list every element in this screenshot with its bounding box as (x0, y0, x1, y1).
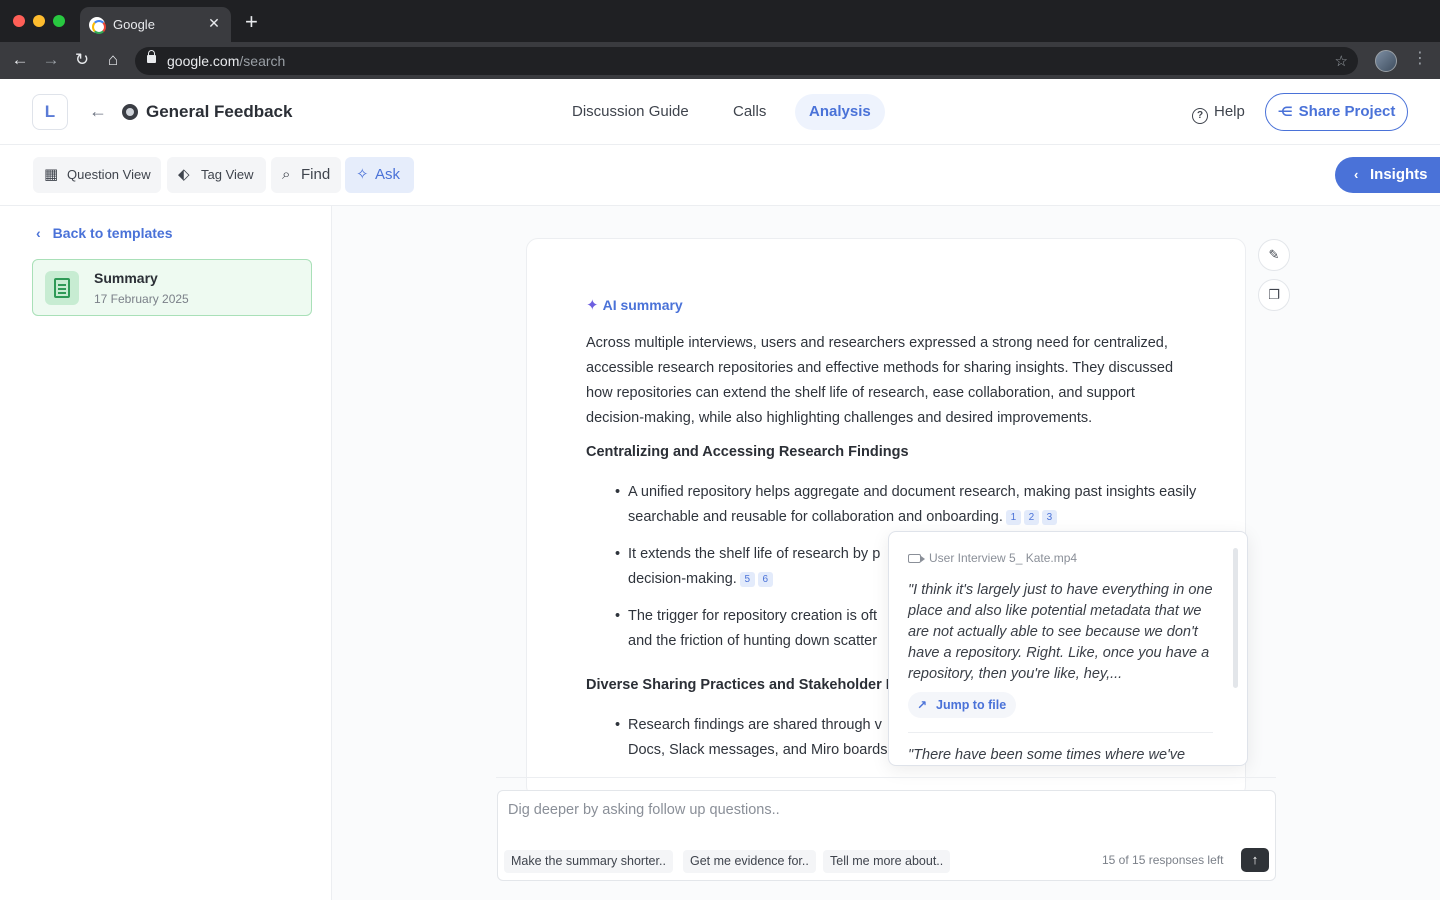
copy-icon[interactable]: ❐ (1258, 279, 1290, 311)
citation-badge[interactable]: 6 (757, 572, 773, 587)
tab-discussion-guide[interactable]: Discussion Guide (558, 94, 703, 130)
share-project-button[interactable]: ⋲ Share Project (1265, 93, 1408, 131)
list-item: A unified repository helps aggregate and… (615, 480, 1203, 530)
suggestion-chip[interactable]: Make the summary shorter.. (504, 850, 673, 873)
citation-badge[interactable]: 5 (739, 572, 755, 587)
citation-badge[interactable]: 2 (1023, 510, 1039, 525)
minimize-window-button[interactable] (33, 15, 45, 27)
browser-tab-title: Google (113, 17, 155, 32)
help-label: Help (1214, 103, 1245, 120)
google-favicon-icon (89, 17, 106, 34)
summary-intro: Across multiple interviews, users and re… (586, 335, 1174, 426)
analysis-toolbar: ▦ Question View ⬖ Tag View ⌕ Find ✧ Ask ‹ Ins… (0, 145, 1440, 206)
summary-template-card[interactable]: Summary 17 February 2025 (32, 259, 312, 316)
divider (908, 732, 1213, 733)
share-label: Share Project (1298, 103, 1396, 120)
workspace-logo[interactable]: L (32, 94, 68, 130)
browser-tab[interactable]: Google ✕ (80, 7, 231, 42)
find-button[interactable]: ⌕ Find (271, 157, 341, 193)
suggestion-chip[interactable]: Tell me more about.. (823, 850, 951, 873)
profile-avatar[interactable] (1375, 50, 1397, 72)
evidence-quote: "I think it's largely just to have every… (908, 582, 1213, 682)
evidence-popover: User Interview 5_ Kate.mp4 "I think it's… (888, 531, 1248, 766)
popover-scrollbar[interactable] (1233, 548, 1238, 688)
evidence-quote: "There have been some times where we've (908, 747, 1186, 763)
tab-calls[interactable]: Calls (719, 94, 780, 130)
maximize-window-button[interactable] (53, 15, 65, 27)
external-link-icon: ↗ (917, 698, 928, 712)
citation-badge[interactable]: 1 (1005, 510, 1021, 525)
chevron-left-icon: ‹ (36, 225, 41, 241)
close-window-button[interactable] (13, 15, 25, 27)
insights-button[interactable]: ‹ Insights (1335, 157, 1440, 193)
sparkle-icon: ✦ (586, 297, 599, 314)
responses-left-counter: 15 of 15 responses left (1102, 853, 1224, 867)
close-tab-icon[interactable]: ✕ (206, 15, 222, 32)
help-button[interactable]: ? Help (1192, 103, 1245, 124)
lock-icon (147, 50, 156, 63)
templates-sidebar: ‹ Back to templates Summary 17 February 2… (0, 206, 332, 900)
url-text: google.com/search (167, 53, 286, 69)
tab-analysis[interactable]: Analysis (795, 94, 885, 130)
video-icon (908, 554, 925, 563)
reload-icon[interactable]: ↻ (72, 51, 92, 69)
address-bar[interactable]: google.com/search ☆ (135, 47, 1358, 75)
ask-button[interactable]: ✧ Ask (345, 157, 414, 193)
main-content: ✦ AI summary Across multiple interviews, … (332, 206, 1440, 900)
ask-composer: Make the summary shorter.. Get me eviden… (497, 790, 1276, 881)
browser-tabbar: Google ✕ + (0, 0, 1440, 42)
app-header: L ← General Feedback Discussion Guide Ca… (0, 79, 1440, 145)
citation-badge[interactable]: 3 (1041, 510, 1057, 525)
bookmark-star-icon[interactable]: ☆ (1335, 52, 1348, 70)
arrow-up-icon: ↑ (1251, 852, 1259, 867)
back-to-templates-link[interactable]: ‹ Back to templates (36, 225, 173, 241)
source-file: User Interview 5_ Kate.mp4 (908, 551, 1077, 565)
browser-forward-icon[interactable]: → (41, 51, 61, 69)
help-icon: ? (1192, 108, 1208, 124)
tag-view-button[interactable]: ⬖ Tag View (167, 157, 266, 193)
send-button[interactable]: ↑ (1241, 848, 1269, 872)
section-heading: Centralizing and Accessing Research Find… (586, 444, 909, 460)
summary-card-title: Summary (94, 270, 158, 286)
sparkle-icon: ✧ (356, 166, 369, 183)
document-icon (45, 271, 79, 305)
follow-up-question-input[interactable] (508, 799, 1248, 821)
summary-card-date: 17 February 2025 (94, 292, 189, 306)
browser-toolbar: ← → ↻ ⌂ google.com/search ☆ ⋮ (0, 42, 1440, 79)
jump-to-file-button[interactable]: ↗ Jump to file (908, 692, 1017, 718)
tag-icon: ⬖ (178, 166, 190, 183)
new-tab-icon[interactable]: + (245, 11, 258, 33)
project-title: General Feedback (146, 102, 293, 121)
question-view-button[interactable]: ▦ Question View (33, 157, 161, 193)
search-icon: ⌕ (282, 166, 291, 183)
home-icon[interactable]: ⌂ (103, 51, 123, 69)
share-icon: ⋲ (1277, 104, 1293, 119)
divider (496, 777, 1276, 778)
back-arrow-icon[interactable]: ← (89, 101, 107, 122)
browser-back-icon[interactable]: ← (10, 51, 30, 69)
browser-menu-icon[interactable]: ⋮ (1412, 50, 1428, 68)
ai-summary-heading: ✦ AI summary (586, 297, 683, 314)
table-icon: ▦ (44, 166, 59, 183)
project-icon (122, 104, 138, 120)
section-heading: Diverse Sharing Practices and Stakeholde… (586, 677, 897, 693)
edit-pencil-icon[interactable]: ✎ (1258, 239, 1290, 271)
suggestion-chip[interactable]: Get me evidence for.. (683, 850, 816, 873)
chevron-left-icon: ‹ (1354, 167, 1359, 182)
